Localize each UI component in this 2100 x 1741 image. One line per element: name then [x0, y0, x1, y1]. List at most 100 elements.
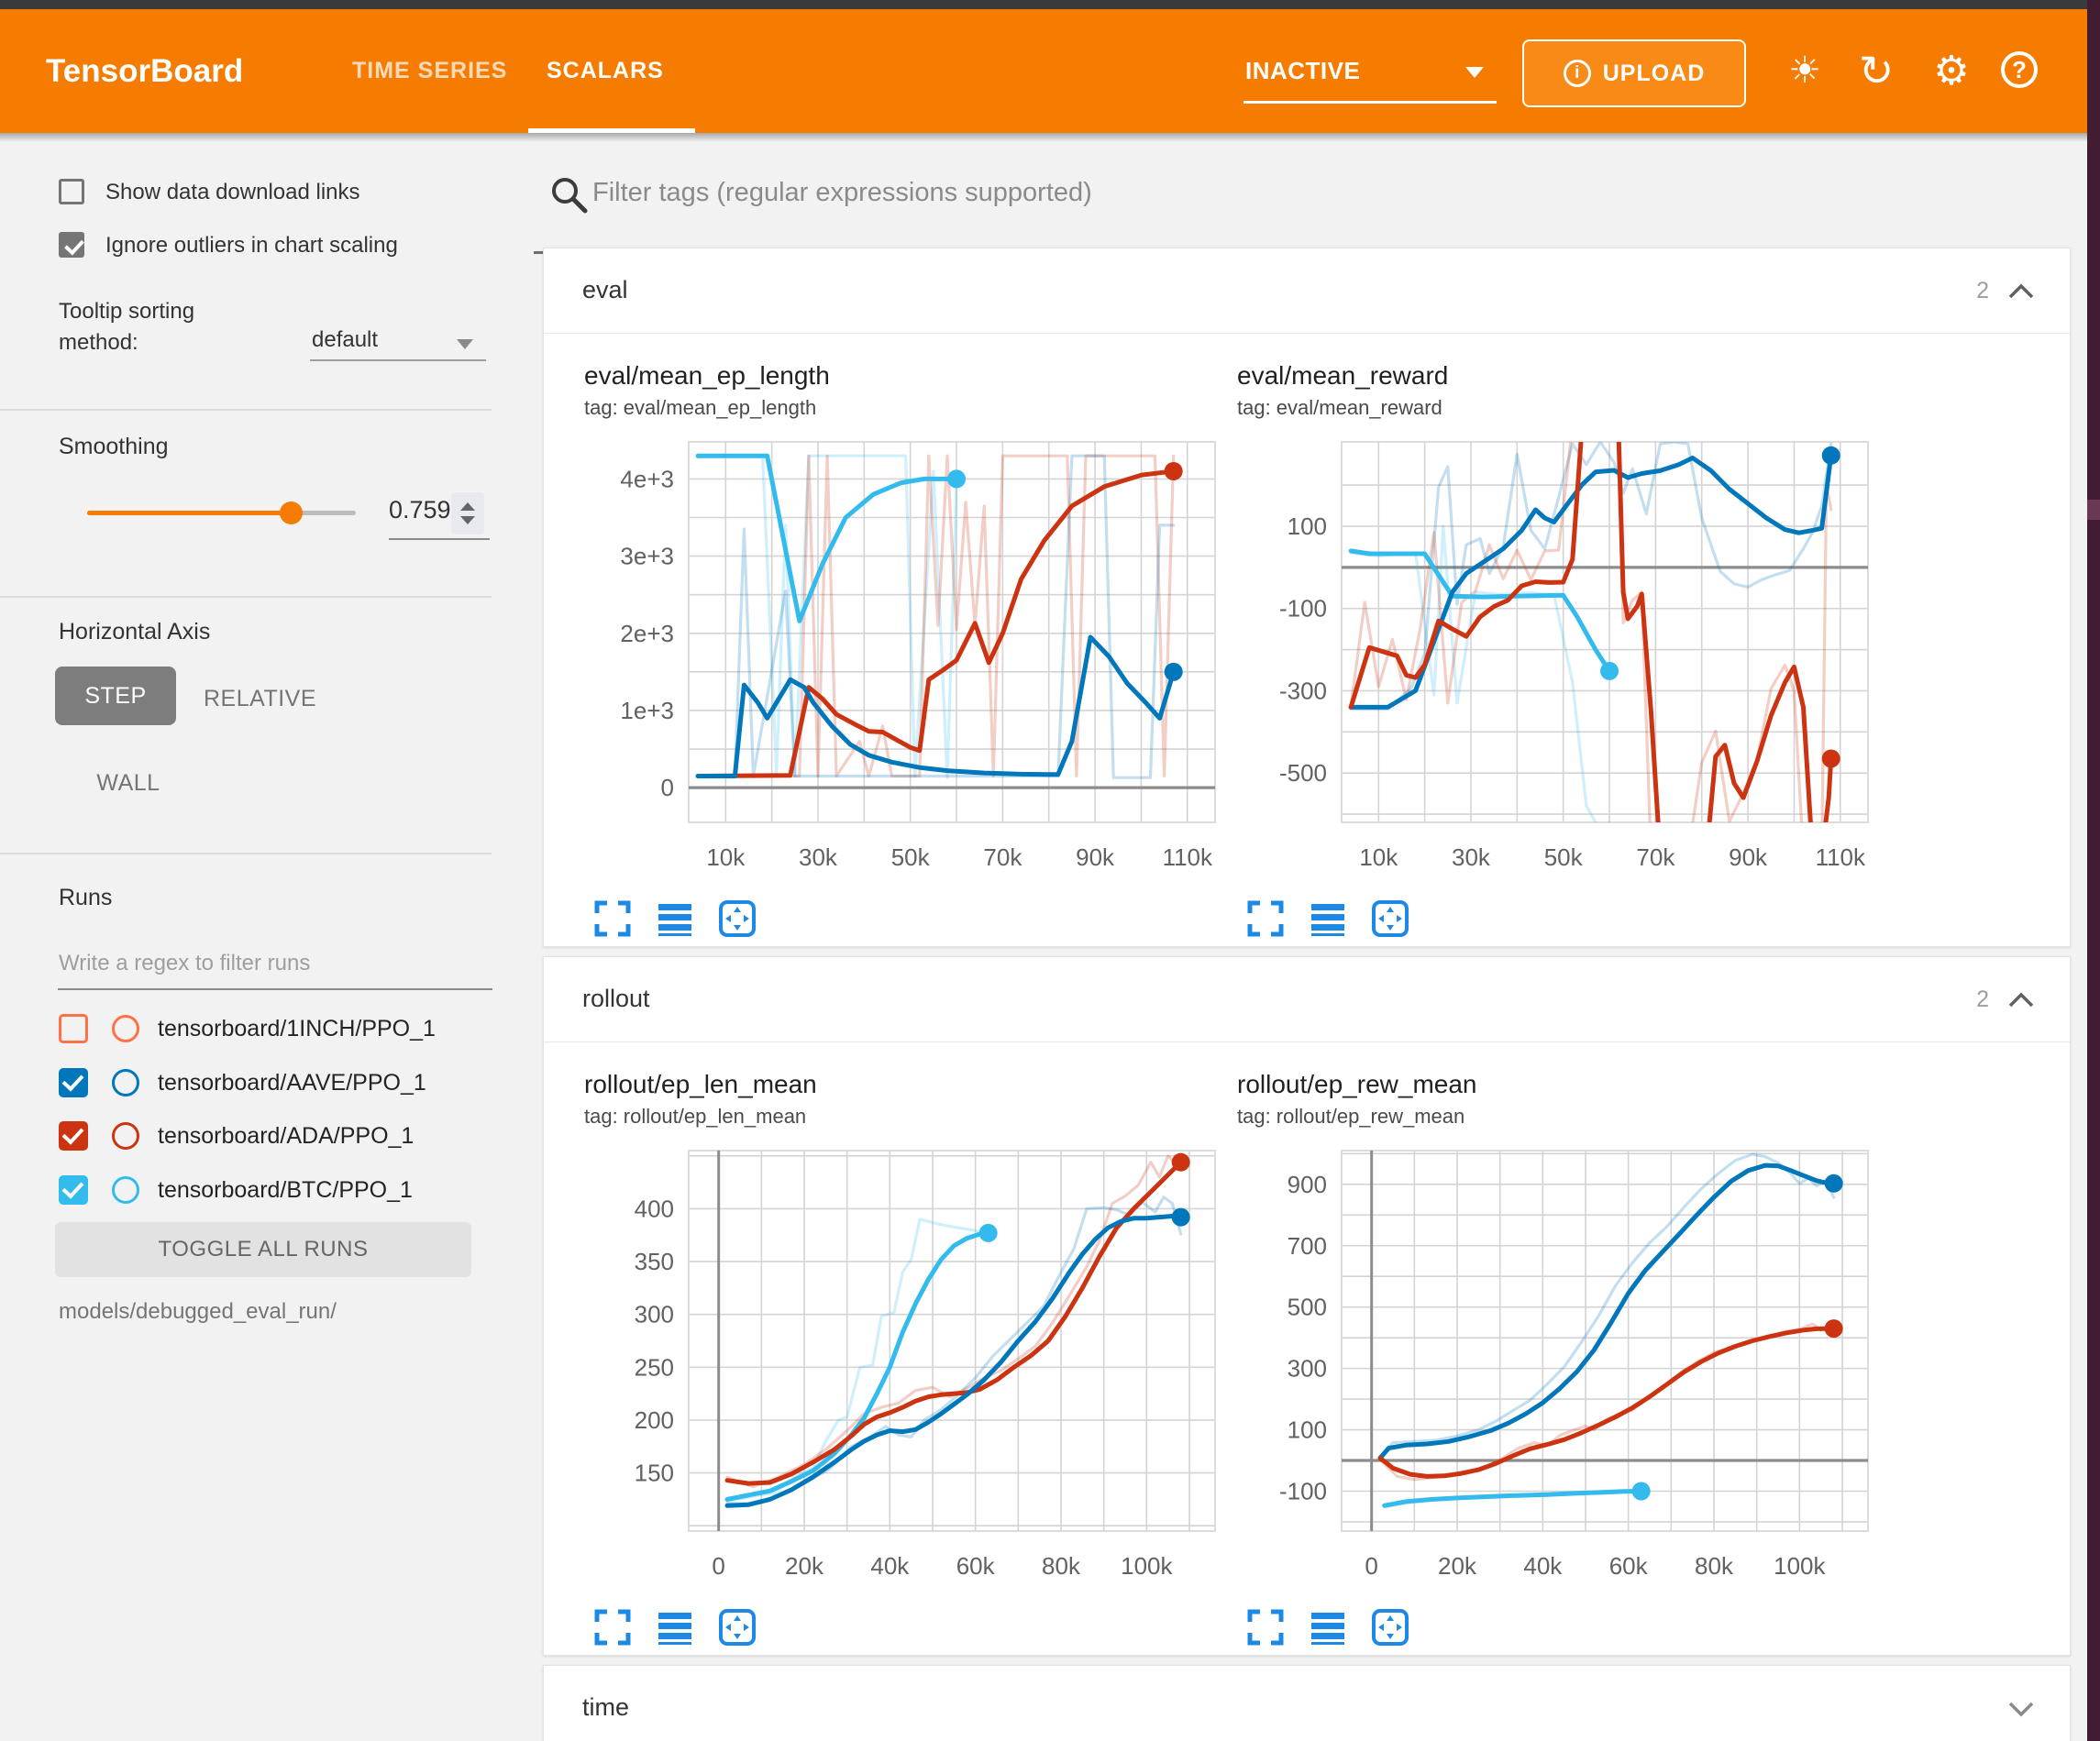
log-scale-icon[interactable]: [656, 1608, 694, 1647]
chart-tag: tag: eval/mean_reward: [1237, 396, 1886, 420]
smoothing-stepper[interactable]: [451, 492, 484, 534]
fit-domain-icon[interactable]: [718, 899, 757, 938]
raw-series-tensorboard/AAVE/PPO_1: [1380, 1154, 1834, 1457]
chart-canvas[interactable]: 10k30k50k70k90k110k100-100-300-500: [1233, 433, 1875, 891]
chart-canvas[interactable]: 020k40k60k80k100k150200250300350400: [580, 1141, 1222, 1600]
chevron-up-icon[interactable]: [2007, 992, 2035, 1013]
svg-text:60k: 60k: [1609, 1552, 1649, 1580]
svg-text:100: 100: [1288, 1416, 1327, 1444]
tag-filter-input[interactable]: Filter tags (regular expressions support…: [592, 178, 1092, 208]
chart-panel: eval/mean_rewardtag: eval/mean_reward10k…: [1233, 361, 1886, 939]
chart-title: rollout/ep_rew_mean: [1237, 1070, 1886, 1099]
log-scale-icon[interactable]: [656, 899, 694, 938]
run-checkbox[interactable]: [59, 1121, 88, 1151]
run-color-circle: [112, 1069, 139, 1096]
axis-option-step[interactable]: STEP: [55, 667, 176, 725]
run-row: tensorboard/ADA/PPO_1: [59, 1119, 508, 1156]
refresh-icon[interactable]: ↻: [1849, 9, 1904, 133]
chart-canvas[interactable]: 020k40k60k80k100k900700500300100-100: [1233, 1141, 1875, 1600]
stepper-down-icon[interactable]: [460, 516, 475, 524]
section-card-header[interactable]: time: [544, 1666, 2070, 1741]
expand-chart-icon[interactable]: [593, 1608, 632, 1647]
section-card-header[interactable]: rollout 2: [544, 957, 2070, 1042]
log-scale-icon[interactable]: [1309, 899, 1347, 938]
fit-domain-icon[interactable]: [1371, 1608, 1409, 1647]
chart-title: rollout/ep_len_mean: [584, 1070, 1233, 1099]
smoothing-slider-thumb[interactable]: [280, 501, 303, 524]
svg-text:100k: 100k: [1121, 1552, 1173, 1580]
svg-text:0: 0: [661, 774, 674, 801]
run-color-circle: [112, 1015, 139, 1042]
run-checkbox[interactable]: [59, 1068, 88, 1097]
toggle-all-runs-button[interactable]: TOGGLE ALL RUNS: [55, 1222, 471, 1277]
tooltip-sorting-select[interactable]: default: [312, 327, 378, 353]
chart-tag: tag: eval/mean_ep_length: [584, 396, 1233, 420]
tooltip-sorting-label: Tooltip sorting method:: [59, 296, 279, 358]
svg-text:-100: -100: [1279, 1477, 1327, 1504]
expand-chart-icon[interactable]: [1246, 899, 1285, 938]
fit-domain-icon[interactable]: [1371, 899, 1409, 938]
svg-text:2e+3: 2e+3: [620, 620, 674, 647]
svg-text:150: 150: [635, 1460, 674, 1487]
svg-text:40k: 40k: [1523, 1552, 1563, 1580]
chevron-down-icon[interactable]: [2007, 1701, 2035, 1722]
axis-option-relative[interactable]: RELATIVE: [204, 683, 314, 714]
scrollbar-glint: [2087, 500, 2100, 520]
svg-text:90k: 90k: [1729, 843, 1768, 871]
section-title: rollout: [582, 985, 650, 1013]
stepper-up-icon[interactable]: [460, 502, 475, 511]
smoothed-series-tensorboard/AAVE/PPO_1: [727, 1217, 1181, 1506]
run-checkbox[interactable]: [59, 1175, 88, 1205]
runs-filter-input[interactable]: Write a regex to filter runs: [59, 951, 310, 976]
svg-text:50k: 50k: [891, 843, 931, 871]
svg-text:80k: 80k: [1695, 1552, 1734, 1580]
smoothed-series-tensorboard/BTC/PPO_1: [1385, 1492, 1641, 1506]
log-scale-icon[interactable]: [1309, 1608, 1347, 1647]
svg-text:100k: 100k: [1774, 1552, 1826, 1580]
chevron-up-icon[interactable]: [2007, 283, 2035, 304]
run-checkbox[interactable]: [59, 1014, 88, 1043]
smoothed-series-tensorboard/BTC/PPO_1: [727, 1233, 989, 1500]
tooltip-sorting-underline: [310, 359, 486, 361]
expand-chart-icon[interactable]: [1246, 1608, 1285, 1647]
tab-scalars[interactable]: SCALARS: [547, 9, 664, 133]
series-endpoint-dot: [1825, 1319, 1843, 1338]
checked-checkbox[interactable]: [59, 232, 84, 258]
active-tab-underline: [528, 128, 695, 133]
chevron-down-icon: [1465, 67, 1484, 78]
chart-canvas[interactable]: 10k30k50k70k90k110k01e+32e+33e+34e+3: [580, 433, 1222, 891]
section-card-eval: eval2eval/mean_ep_lengthtag: eval/mean_e…: [543, 248, 2071, 947]
section-title: eval: [582, 276, 628, 304]
run-row: tensorboard/BTC/PPO_1: [59, 1174, 508, 1210]
settings-gear-icon[interactable]: ⚙: [1924, 9, 1979, 133]
upload-button[interactable]: i UPLOAD: [1522, 39, 1746, 107]
unchecked-checkbox[interactable]: [59, 179, 84, 204]
axis-option-wall[interactable]: WALL: [92, 767, 165, 799]
chart-tag: tag: rollout/ep_len_mean: [584, 1105, 1233, 1129]
status-dropdown-value: INACTIVE: [1245, 9, 1360, 133]
cards-container: eval2eval/mean_ep_lengthtag: eval/mean_e…: [523, 248, 2087, 1741]
svg-text:900: 900: [1288, 1171, 1327, 1198]
series-endpoint-dot: [1165, 462, 1183, 480]
series-endpoint-dot: [1172, 1208, 1190, 1227]
svg-text:50k: 50k: [1544, 843, 1584, 871]
brightness-icon[interactable]: ☀: [1777, 9, 1832, 133]
checkbox-label: Ignore outliers in chart scaling: [105, 233, 398, 259]
runs-filter-underline: [58, 988, 492, 990]
svg-text:500: 500: [1288, 1294, 1327, 1321]
svg-text:70k: 70k: [1636, 843, 1675, 871]
section-card-header[interactable]: eval2: [544, 248, 2070, 334]
section-count-badge: 2: [1976, 986, 1989, 1013]
fit-domain-icon[interactable]: [718, 1608, 757, 1647]
chevron-down-icon: [457, 339, 473, 349]
tab-time-series[interactable]: TIME SERIES: [352, 9, 507, 133]
series-endpoint-dot: [1822, 446, 1840, 465]
smoothing-slider[interactable]: [87, 511, 356, 515]
status-dropdown[interactable]: INACTIVE: [1245, 9, 1502, 133]
series-endpoint-dot: [1600, 662, 1619, 680]
expand-chart-icon[interactable]: [593, 899, 632, 938]
smoothing-value-input[interactable]: 0.759: [389, 496, 449, 524]
help-icon[interactable]: ?: [1992, 9, 2047, 133]
svg-text:-300: -300: [1279, 677, 1327, 704]
smoothing-slider-fill: [87, 511, 291, 515]
